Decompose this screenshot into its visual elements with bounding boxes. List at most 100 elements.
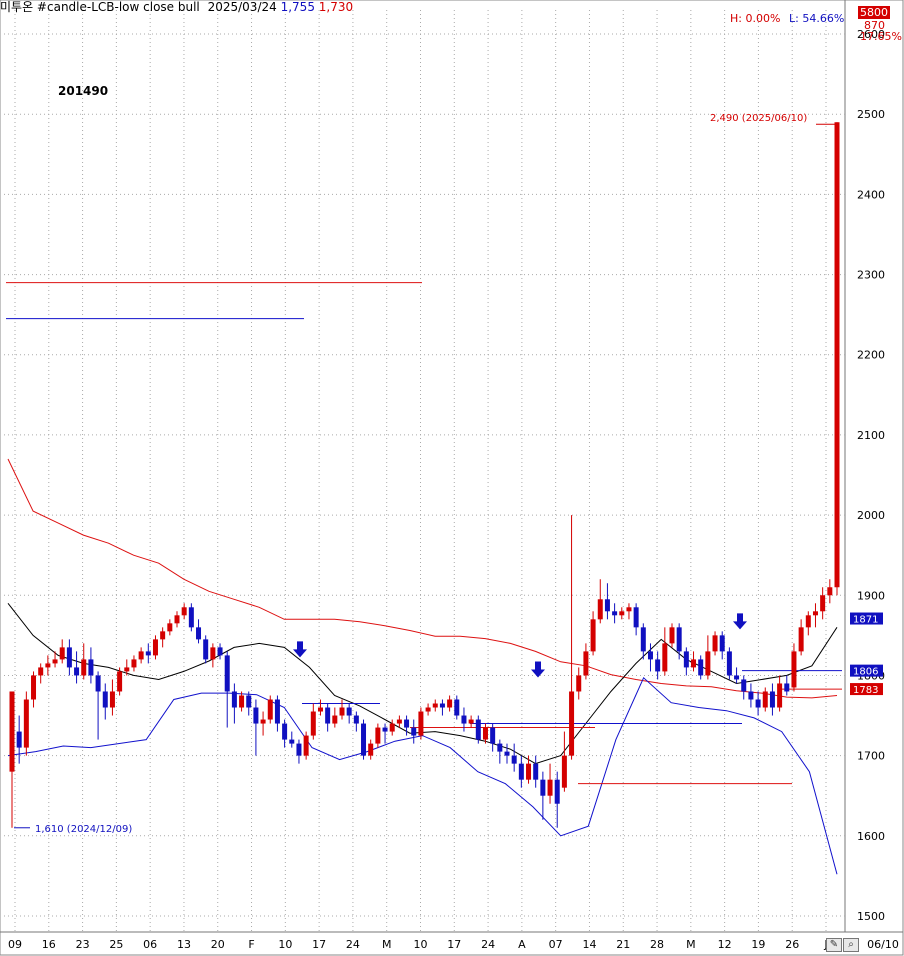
candle-body bbox=[382, 727, 388, 732]
x-tick-label: 21 bbox=[616, 938, 630, 951]
candle-body bbox=[217, 647, 223, 656]
candle-body bbox=[762, 691, 768, 708]
x-tick-label: 07 bbox=[549, 938, 563, 951]
candle-body bbox=[160, 631, 166, 640]
candle-body bbox=[282, 723, 288, 740]
candle-body bbox=[267, 699, 273, 720]
candle-body bbox=[196, 627, 202, 640]
chart-frame bbox=[0, 0, 904, 956]
candle-body bbox=[210, 647, 216, 660]
candle-body bbox=[705, 651, 711, 676]
price-tag-label: 1871 bbox=[853, 615, 878, 626]
x-tick-label: 12 bbox=[718, 938, 732, 951]
x-tick-label: 24 bbox=[481, 938, 495, 951]
candle-body bbox=[812, 611, 818, 616]
signal-arrow-icon bbox=[293, 641, 307, 658]
candle-body bbox=[274, 699, 280, 724]
candle-body bbox=[526, 763, 532, 780]
x-tick-label: M bbox=[686, 938, 696, 951]
candle-body bbox=[655, 659, 661, 672]
candle-body bbox=[540, 779, 546, 796]
x-tick-label: 06/10 bbox=[867, 938, 899, 951]
candle-body bbox=[604, 599, 610, 612]
candle-body bbox=[396, 719, 402, 724]
candle-body bbox=[167, 623, 173, 632]
candle-body bbox=[683, 651, 689, 668]
candle-body bbox=[9, 691, 15, 772]
candle-body bbox=[325, 707, 331, 724]
x-tick-label: A bbox=[518, 938, 526, 951]
candle-body bbox=[66, 647, 72, 668]
candle-body bbox=[418, 711, 424, 736]
candle-body bbox=[612, 611, 618, 616]
candle-body bbox=[468, 719, 474, 724]
signal-arrow-icon bbox=[531, 661, 545, 678]
candle-body bbox=[246, 695, 252, 708]
candle-body bbox=[576, 675, 582, 692]
price-tag-label: 1806 bbox=[853, 667, 878, 678]
candlestick-chart: 1500160017001800190020002100220023002400… bbox=[0, 0, 904, 956]
pencil-icon[interactable]: ✎ bbox=[826, 938, 842, 952]
signal-arrow-icon bbox=[733, 613, 747, 630]
x-tick-label: 25 bbox=[109, 938, 123, 951]
candle-body bbox=[81, 659, 87, 676]
candle-body bbox=[769, 691, 775, 708]
candle-body bbox=[741, 679, 747, 692]
x-tick-label: M bbox=[382, 938, 392, 951]
candle-body bbox=[533, 763, 539, 780]
candle-body bbox=[475, 719, 481, 740]
lower-band-line bbox=[7, 676, 838, 875]
middle-band-line bbox=[7, 602, 838, 765]
candle-body bbox=[698, 659, 704, 676]
candle-body bbox=[490, 727, 496, 744]
x-tick-label: 10 bbox=[278, 938, 292, 951]
candle-body bbox=[583, 651, 589, 676]
candle-body bbox=[497, 743, 503, 752]
candle-body bbox=[619, 611, 625, 616]
candle-body bbox=[231, 691, 237, 708]
x-tick-label: 13 bbox=[177, 938, 191, 951]
y-tick-label: 2200 bbox=[857, 349, 885, 362]
candle-body bbox=[375, 727, 381, 744]
candle-body bbox=[597, 599, 603, 620]
x-tick-label: 26 bbox=[785, 938, 799, 951]
candle-body bbox=[719, 635, 725, 652]
candle-body bbox=[353, 715, 359, 724]
candle-body bbox=[691, 659, 697, 668]
candle-body bbox=[554, 779, 560, 804]
candle-body bbox=[784, 683, 790, 692]
candle-body bbox=[253, 707, 259, 724]
y-tick-label: 1900 bbox=[857, 589, 885, 602]
candle-body bbox=[669, 627, 675, 644]
y-tick-label: 2100 bbox=[857, 429, 885, 442]
candle-body bbox=[547, 779, 553, 796]
price-tag-label: 1783 bbox=[853, 685, 878, 696]
magnify-icon[interactable]: ⌕ bbox=[843, 938, 859, 952]
x-tick-label: 09 bbox=[8, 938, 22, 951]
max-annotation: 2,490 (2025/06/10) bbox=[710, 113, 807, 124]
header-price-2: 1,730 bbox=[318, 0, 354, 14]
candle-body bbox=[454, 699, 460, 716]
candle-body bbox=[95, 675, 101, 692]
x-tick-label: F bbox=[248, 938, 254, 951]
candle-body bbox=[712, 635, 718, 652]
candle-body bbox=[561, 755, 567, 788]
x-tick-label: 17 bbox=[447, 938, 461, 951]
header: 미투온 #candle-LCB-low close bull 2025/03/2… bbox=[0, 0, 353, 14]
candle-body bbox=[59, 647, 65, 660]
candle-body bbox=[346, 707, 352, 716]
candle-body bbox=[124, 667, 130, 672]
y-tick-label: 1600 bbox=[857, 830, 885, 843]
candle-body bbox=[791, 651, 797, 688]
y-tick-label: 2500 bbox=[857, 108, 885, 121]
candle-body bbox=[827, 587, 833, 596]
candle-body bbox=[820, 595, 826, 612]
x-tick-label: 24 bbox=[346, 938, 360, 951]
candle-body bbox=[662, 643, 668, 672]
stock-code: 201490 bbox=[58, 84, 109, 98]
candle-body bbox=[805, 615, 811, 628]
candle-body bbox=[798, 627, 804, 652]
candle-body bbox=[131, 659, 137, 668]
candle-body bbox=[289, 739, 295, 744]
x-tick-label: 06 bbox=[143, 938, 157, 951]
